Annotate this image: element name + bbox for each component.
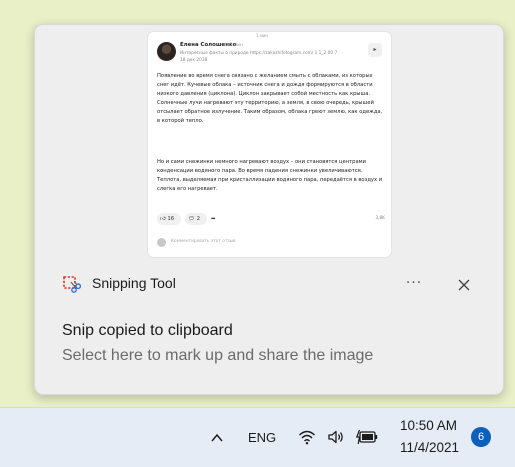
comment-avatar xyxy=(157,238,166,247)
battery-charging-icon[interactable] xyxy=(356,429,378,445)
post-author-sub: • 1 мин xyxy=(226,43,243,48)
post-actions: 👍︎ 16 💬︎ 2 ➦ 3,8K xyxy=(157,213,385,225)
clock-date[interactable]: 11/4/2021 xyxy=(400,440,459,455)
comment-count-value: 2 xyxy=(196,216,200,222)
ellipsis-icon: ··· xyxy=(405,275,423,291)
chevron-up-icon[interactable] xyxy=(209,430,225,446)
wifi-icon[interactable] xyxy=(298,429,316,445)
clock-time[interactable]: 10:50 AM xyxy=(400,418,457,433)
volume-icon[interactable] xyxy=(327,428,345,446)
post-meta: Интересные факты о природе https://zakaz… xyxy=(180,51,338,56)
post-paragraph-2: Но и сами снежинки немного нагревают воз… xyxy=(157,159,383,192)
comment-placeholder: Комментировать этот отзыв xyxy=(171,239,236,244)
preview-top-label: 1 мин xyxy=(256,33,269,38)
notification-toast[interactable]: 1 мин Елена Солошенко • 1 мин Интересные… xyxy=(34,24,504,395)
post-date: 18 дек 2018 xyxy=(180,58,208,63)
snipping-tool-icon xyxy=(63,276,81,293)
close-button[interactable] xyxy=(453,274,475,296)
more-options-button[interactable]: ··· xyxy=(403,275,425,295)
language-indicator[interactable]: ENG xyxy=(248,430,276,445)
post-more-icon: ▸ xyxy=(368,43,382,57)
notification-heading: Snip copied to clipboard xyxy=(62,322,233,339)
snip-preview[interactable]: 1 мин Елена Солошенко • 1 мин Интересные… xyxy=(148,32,391,257)
taskbar: ENG 10:50 AM 11/4/2021 6 xyxy=(0,407,515,467)
share-icon: ➦ xyxy=(211,216,216,222)
comment-count: 💬︎ 2 xyxy=(185,213,207,225)
like-count: 👍︎ 16 xyxy=(157,213,181,225)
notification-subtext: Select here to mark up and share the ima… xyxy=(62,347,374,364)
notification-badge[interactable]: 6 xyxy=(471,427,491,447)
views-count: 3,8K xyxy=(375,216,385,221)
like-count-value: 16 xyxy=(167,216,175,222)
avatar xyxy=(157,42,176,61)
app-name: Snipping Tool xyxy=(92,275,176,291)
post-paragraph-1: Появление во время снега связано с желан… xyxy=(157,73,383,124)
